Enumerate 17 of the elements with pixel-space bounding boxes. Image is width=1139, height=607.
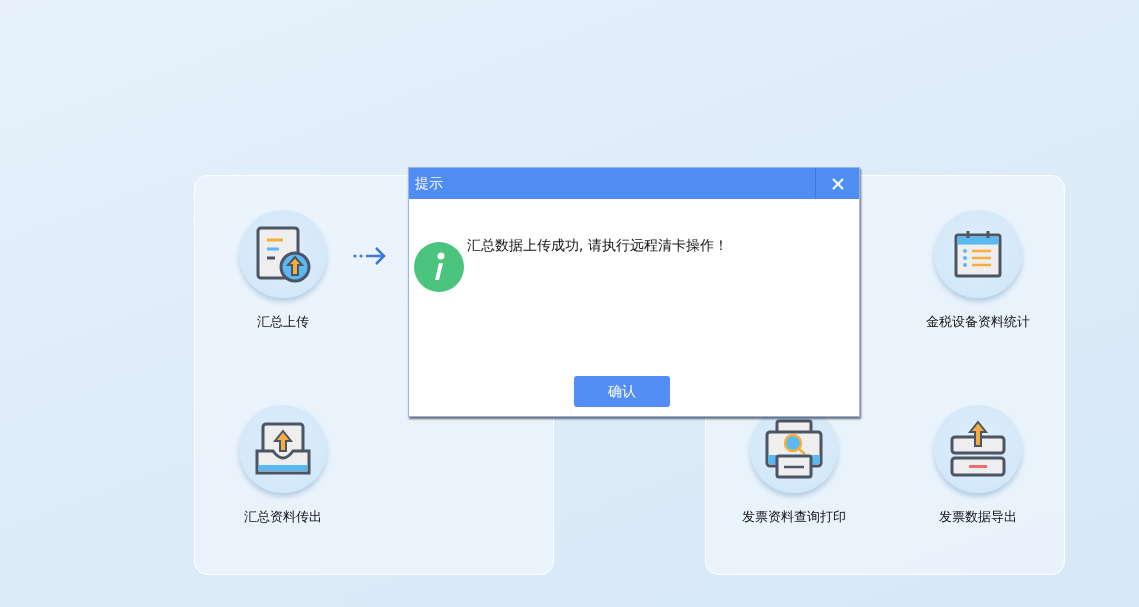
arrow-icon [353,246,387,266]
function-label[interactable]: 汇总上传 [257,312,309,332]
function-label[interactable]: 汇总资料传出 [244,507,322,527]
function-tile-button[interactable] [934,210,1022,298]
printer-magnifier-icon [765,418,823,480]
function-tile-button[interactable] [239,210,327,298]
function-label[interactable]: 发票资料查询打印 [742,507,846,527]
function-label[interactable]: 发票数据导出 [939,507,1017,527]
function-tile-button[interactable] [239,405,327,493]
close-icon [831,177,844,190]
dialog-title: 提示 [414,174,443,193]
function-label[interactable]: 金税设备资料统计 [926,312,1030,332]
document-upload-icon [255,225,311,283]
dialog-message: 汇总数据上传成功, 请执行远程清卡操作！ [467,236,728,255]
info-icon [414,242,464,292]
function-tile-button[interactable] [934,405,1022,493]
calendar-list-icon [953,229,1003,279]
